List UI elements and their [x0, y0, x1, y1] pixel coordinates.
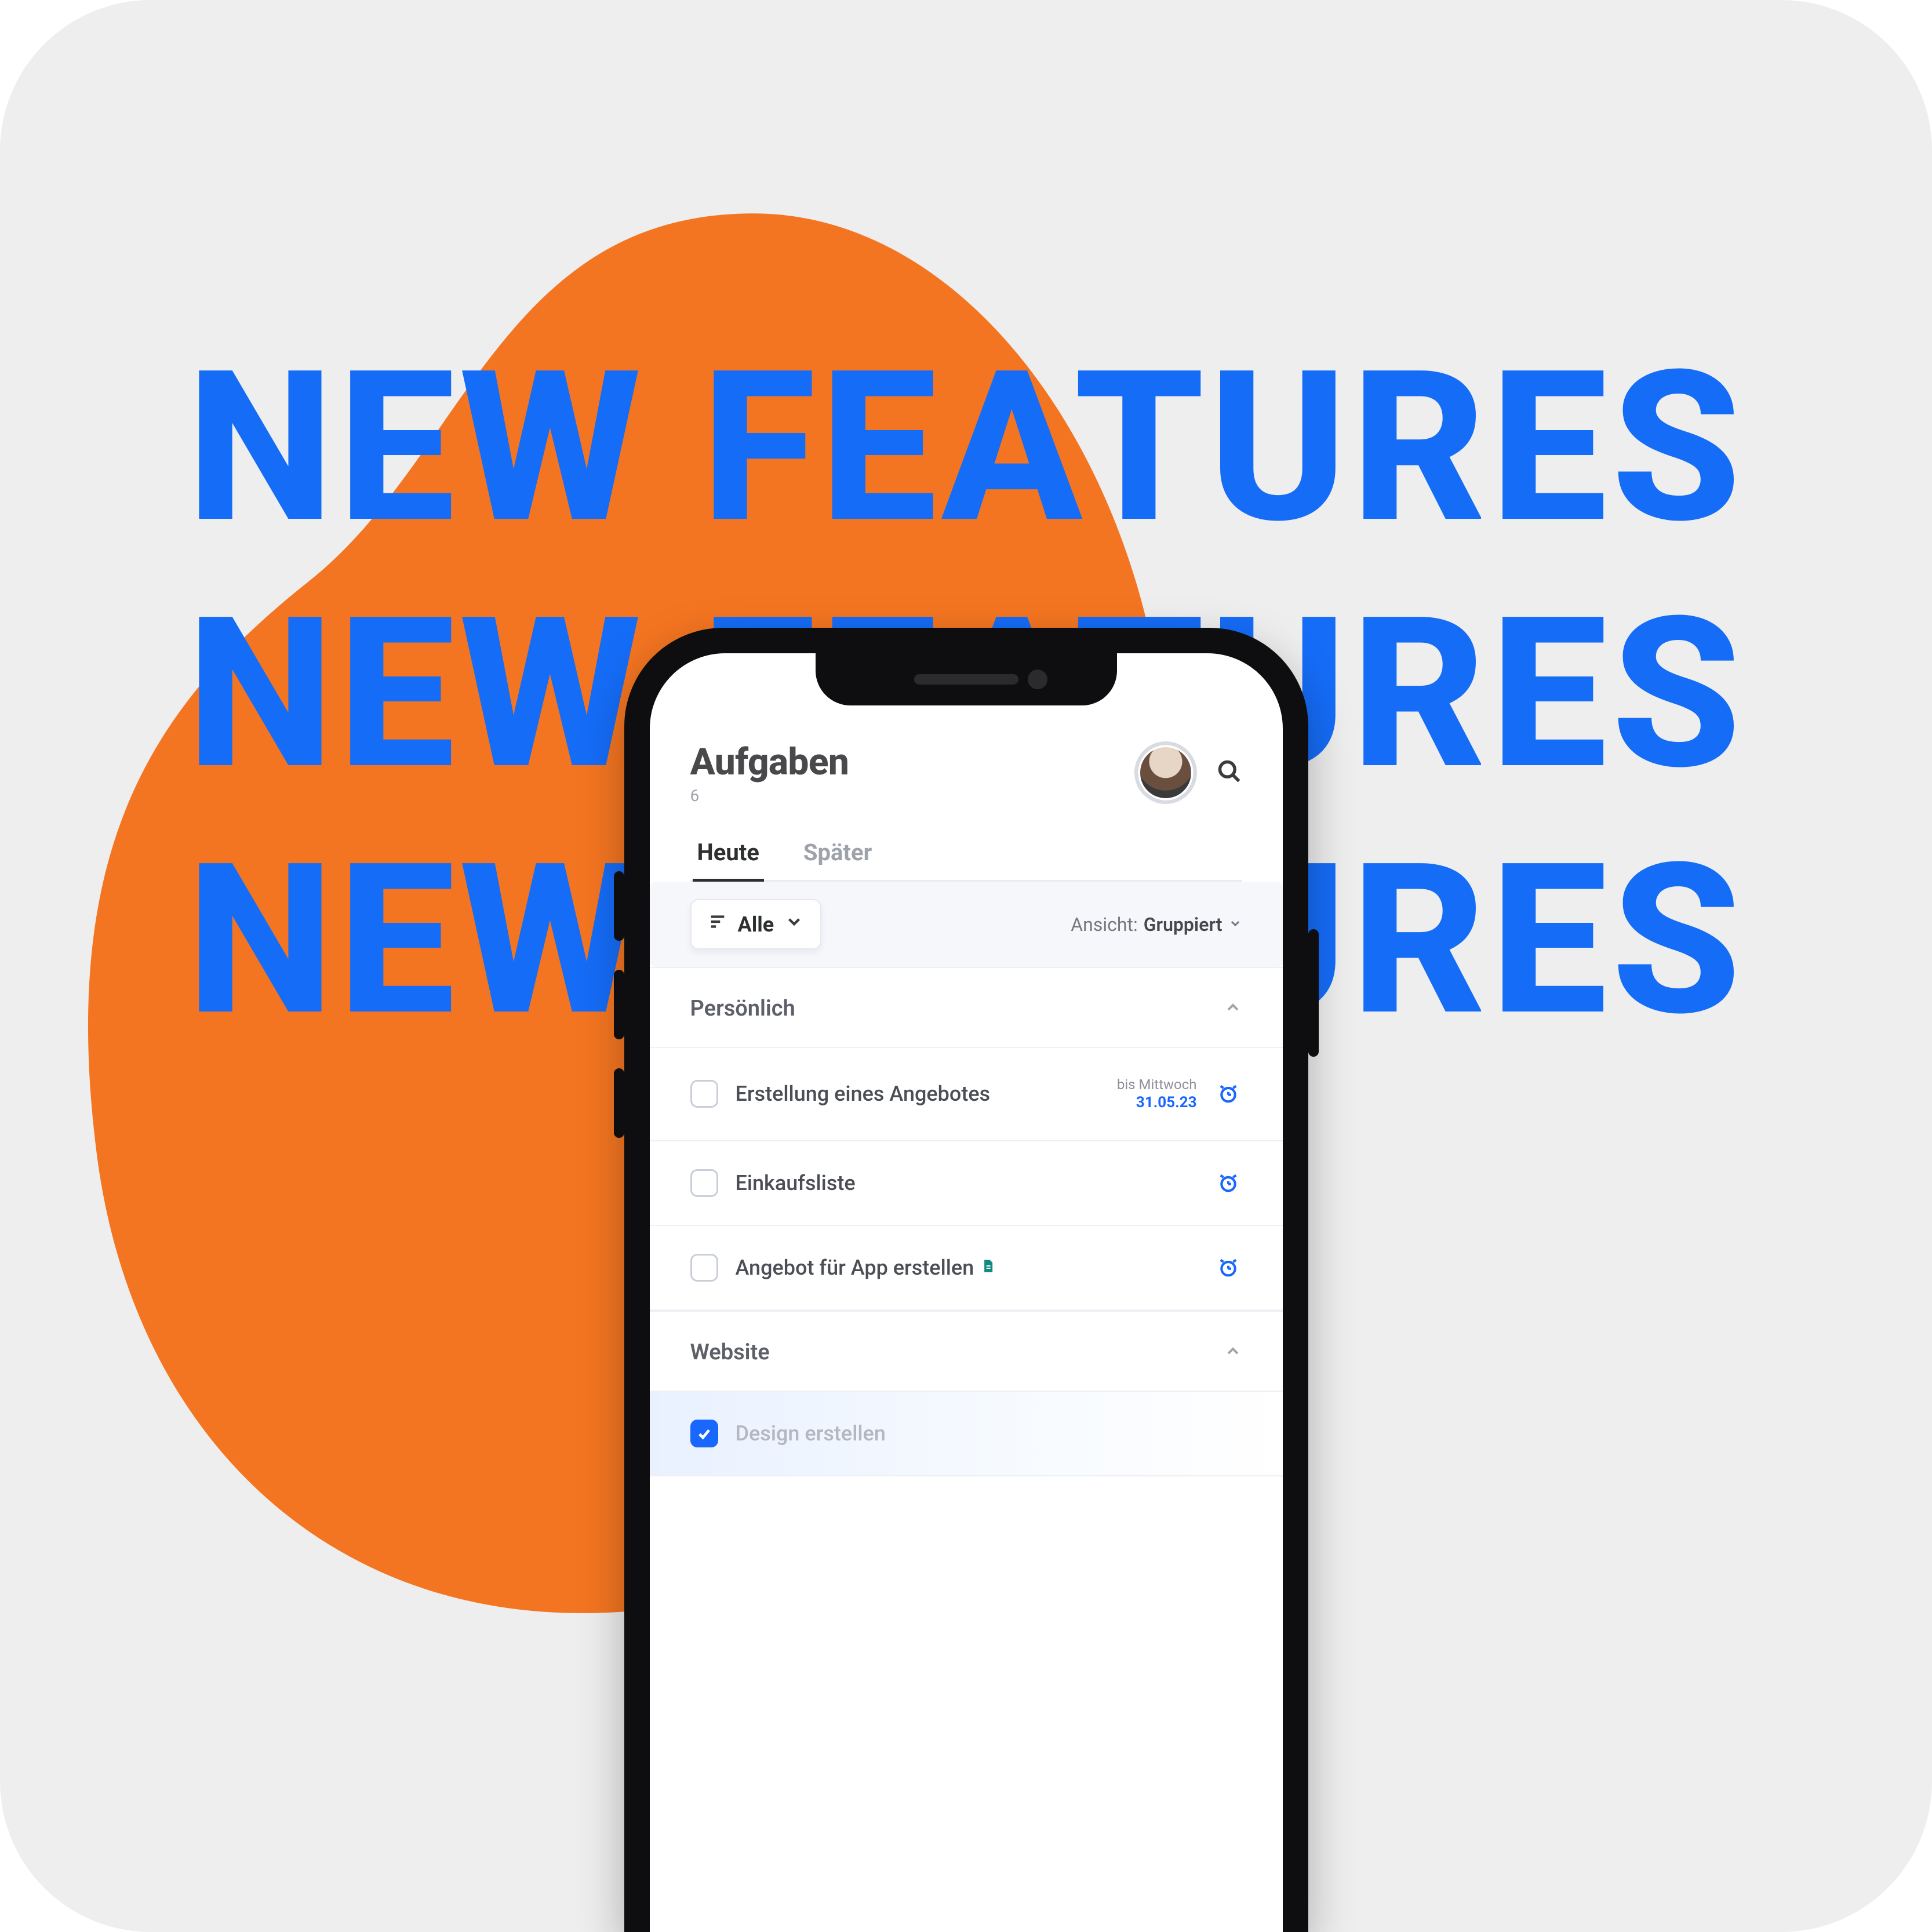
chevron-up-icon: [1224, 1342, 1242, 1363]
section-title: Website: [690, 1340, 770, 1365]
phone-notch: [816, 653, 1117, 705]
task-checkbox[interactable]: [690, 1080, 718, 1108]
tab-later[interactable]: Später: [799, 828, 876, 880]
section-header-personal[interactable]: Persönlich: [650, 967, 1283, 1048]
chevron-up-icon: [1224, 998, 1242, 1019]
search-icon[interactable]: [1217, 759, 1242, 787]
task-row[interactable]: Erstellung eines Angebotes bis Mittwoch …: [650, 1048, 1283, 1141]
task-checkbox[interactable]: [690, 1254, 718, 1282]
alarm-icon[interactable]: [1214, 1254, 1242, 1282]
filter-chip[interactable]: Alle: [690, 899, 822, 949]
speaker-slot: [914, 674, 1018, 685]
view-value: Gruppiert: [1144, 914, 1222, 936]
task-count: 6: [690, 786, 849, 805]
task-row[interactable]: Angebot für App erstellen: [650, 1226, 1283, 1311]
filter-label: Alle: [738, 912, 774, 937]
avatar[interactable]: [1134, 741, 1197, 804]
view-toggle[interactable]: Ansicht: Gruppiert: [1071, 914, 1242, 936]
due-date: 31.05.23: [1117, 1093, 1197, 1112]
app-content: Aufgaben 6 Heute Später: [650, 653, 1283, 1932]
view-label: Ansicht:: [1071, 914, 1137, 936]
task-row[interactable]: Design erstellen: [650, 1392, 1283, 1476]
hero-line-1: NEW FEATURES: [116, 325, 1816, 571]
task-checkbox-checked[interactable]: [690, 1420, 718, 1447]
phone-screen: Aufgaben 6 Heute Später: [650, 653, 1283, 1932]
phone-frame: Aufgaben 6 Heute Später: [624, 628, 1308, 1932]
section-title: Persönlich: [690, 996, 795, 1021]
chevron-down-icon: [784, 912, 804, 937]
section-header-website[interactable]: Website: [650, 1311, 1283, 1392]
page-title: Aufgaben: [690, 740, 849, 784]
section-website: Website Design erstellen: [650, 1311, 1283, 1476]
app-header: Aufgaben 6: [690, 740, 1242, 828]
filter-sort-icon: [708, 912, 727, 937]
task-title: Angebot für App erstellen: [736, 1256, 1197, 1280]
due-label: bis Mittwoch: [1117, 1076, 1197, 1093]
task-row[interactable]: Einkaufsliste: [650, 1141, 1283, 1226]
tab-today[interactable]: Heute: [693, 828, 764, 882]
chevron-down-icon: [1228, 916, 1242, 933]
filter-bar: Alle Ansicht: Gruppiert: [650, 882, 1283, 967]
task-title: Design erstellen: [736, 1421, 1242, 1446]
title-block: Aufgaben 6: [690, 740, 849, 805]
task-text: Angebot für App erstellen: [736, 1256, 974, 1280]
front-camera: [1028, 670, 1047, 689]
alarm-icon[interactable]: [1214, 1080, 1242, 1108]
attachment-icon: [980, 1256, 996, 1280]
alarm-icon[interactable]: [1214, 1169, 1242, 1197]
tabs: Heute Später: [690, 828, 1242, 882]
task-title: Erstellung eines Angebotes: [736, 1082, 1100, 1106]
task-title: Einkaufsliste: [736, 1171, 1197, 1195]
section-personal: Persönlich Erstellung eines Angebotes bi…: [650, 967, 1283, 1311]
task-due: bis Mittwoch 31.05.23: [1117, 1076, 1197, 1112]
promo-card: NEW FEATURES NEW FEATURES NEW FEATURES A…: [0, 0, 1932, 1932]
task-checkbox[interactable]: [690, 1169, 718, 1197]
